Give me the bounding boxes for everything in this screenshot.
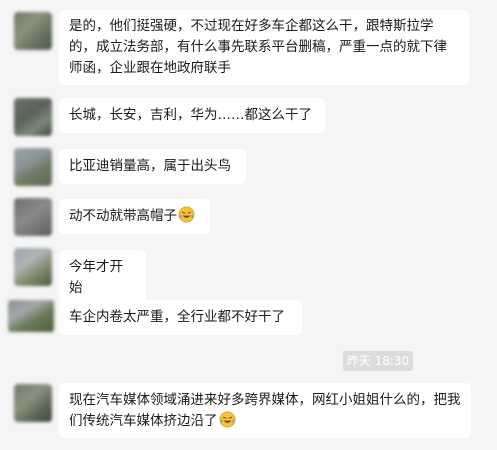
message-bubble[interactable]: 比亚迪销量高，属于出头鸟 (59, 149, 246, 184)
timestamp-divider: 昨天 18:30 (343, 351, 413, 371)
avatar[interactable] (14, 384, 52, 422)
avatar[interactable] (14, 98, 52, 136)
message-text: 是的，他们挺强硬，不过现在好多车企都这么干，跟特斯拉学的，成立法务部，有什么事先… (69, 18, 447, 76)
message-bubble[interactable]: 现在汽车媒体领域涌进来好多跨界媒体，网红小姐姐什么的，把我们传统汽车媒体挤边沿了 (59, 383, 471, 438)
message-text: 长城，长安，吉利，华为……都这么干了 (69, 107, 312, 123)
avatar[interactable] (14, 12, 52, 50)
laughing-crying-emoji-icon (178, 206, 195, 223)
message-bubble[interactable]: 车企内卷太严重，全行业都不好干了 (59, 300, 302, 335)
avatar[interactable] (14, 248, 52, 286)
message-bubble[interactable]: 长城，长安，吉利，华为……都这么干了 (59, 98, 325, 133)
avatar[interactable] (14, 148, 52, 186)
message-text: 今年才开始 (69, 259, 123, 296)
laughing-crying-emoji-icon (219, 411, 235, 428)
message-text: 动不动就带高帽子 (69, 208, 177, 224)
avatar[interactable] (8, 300, 54, 332)
message-text: 现在汽车媒体领域涌进来好多跨界媒体，网红小姐姐什么的，把我们传统汽车媒体挤边沿了 (69, 392, 461, 429)
message-bubble[interactable]: 动不动就带高帽子 (59, 199, 210, 234)
message-text: 车企内卷太严重，全行业都不好干了 (69, 309, 285, 325)
message-bubble[interactable]: 今年才开始 (59, 250, 146, 306)
chat-thread: 是的，他们挺强硬，不过现在好多车企都这么干，跟特斯拉学的，成立法务部，有什么事先… (0, 0, 497, 450)
message-text: 比亚迪销量高，属于出头鸟 (69, 158, 231, 174)
message-bubble[interactable]: 是的，他们挺强硬，不过现在好多车企都这么干，跟特斯拉学的，成立法务部，有什么事先… (59, 10, 469, 85)
avatar[interactable] (14, 198, 52, 236)
